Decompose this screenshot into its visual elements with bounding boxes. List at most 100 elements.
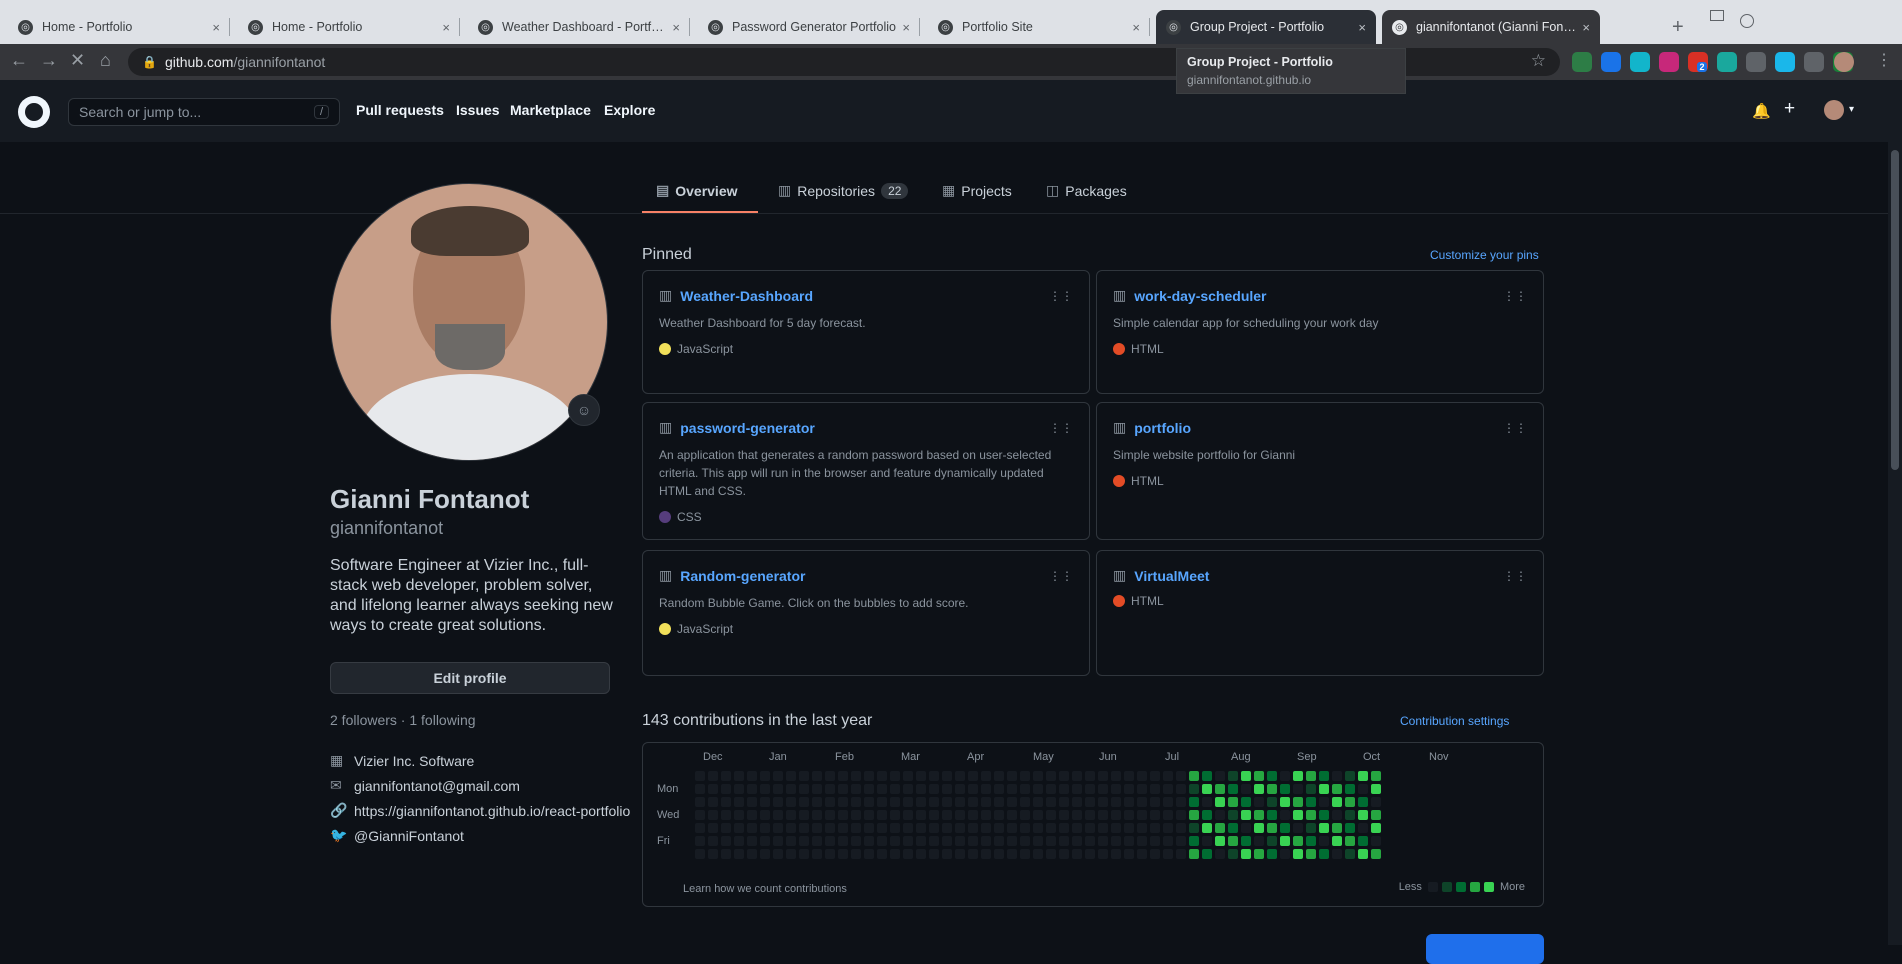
drag-handle-icon[interactable]: ⋮⋮ [1049,569,1073,583]
contribution-day[interactable] [1228,849,1238,859]
contribution-day[interactable] [799,849,809,859]
contribution-day[interactable] [825,797,835,807]
contribution-day[interactable] [721,823,731,833]
contribution-day[interactable] [1124,784,1134,794]
browser-tab[interactable]: ◎ Weather Dashboard - Portfolio × [468,10,690,44]
contribution-day[interactable] [955,836,965,846]
contribution-day[interactable] [812,823,822,833]
contribution-day[interactable] [708,797,718,807]
vcard-item[interactable]: 🐦 @GianniFontanot [330,827,464,844]
contribution-day[interactable] [1241,836,1251,846]
contribution-day[interactable] [1059,797,1069,807]
contribution-day[interactable] [812,797,822,807]
contribution-day[interactable] [903,849,913,859]
contribution-day[interactable] [994,810,1004,820]
contribution-day[interactable] [825,784,835,794]
contribution-day[interactable] [1202,797,1212,807]
contribution-day[interactable] [1033,797,1043,807]
contribution-day[interactable] [1072,784,1082,794]
contribution-day[interactable] [760,797,770,807]
contribution-day[interactable] [929,836,939,846]
contribution-day[interactable] [708,784,718,794]
lightning-icon[interactable] [1659,52,1679,72]
contribution-day[interactable] [890,836,900,846]
badge-icon[interactable]: 2 [1688,52,1708,72]
contribution-day[interactable] [747,810,757,820]
contribution-day[interactable] [1332,849,1342,859]
contribution-day[interactable] [1111,823,1121,833]
contribution-day[interactable] [1267,771,1277,781]
contribution-day[interactable] [812,771,822,781]
contribution-day[interactable] [1241,810,1251,820]
contribution-day[interactable] [1319,771,1329,781]
contribution-day[interactable] [825,849,835,859]
contribution-day[interactable] [877,810,887,820]
contribution-day[interactable] [1306,823,1316,833]
contribution-day[interactable] [1150,771,1160,781]
contribution-day[interactable] [1098,784,1108,794]
contribution-day[interactable] [1241,823,1251,833]
contribution-day[interactable] [773,836,783,846]
contribution-day[interactable] [929,810,939,820]
contribution-day[interactable] [1358,836,1368,846]
contribution-day[interactable] [1111,771,1121,781]
contribution-day[interactable] [1358,784,1368,794]
contribution-day[interactable] [734,823,744,833]
contribution-day[interactable] [1085,823,1095,833]
contribution-day[interactable] [773,797,783,807]
contribution-day[interactable] [955,810,965,820]
contribution-day[interactable] [1007,771,1017,781]
contribution-day[interactable] [1371,810,1381,820]
contribution-day[interactable] [1072,823,1082,833]
pinned-repo-link[interactable]: ▥ portfolio [1113,419,1191,436]
github-logo-icon[interactable] [18,96,50,128]
contribution-day[interactable] [695,836,705,846]
contribution-day[interactable] [1306,784,1316,794]
contribution-day[interactable] [1020,771,1030,781]
contribution-day[interactable] [1033,810,1043,820]
pinned-repo-link[interactable]: ▥ work-day-scheduler [1113,287,1267,304]
contribution-day[interactable] [1150,797,1160,807]
contribution-day[interactable] [890,797,900,807]
tab-overview[interactable]: ▤ Overview [656,182,738,199]
contribution-day[interactable] [1371,784,1381,794]
contribution-day[interactable] [1020,836,1030,846]
contribution-day[interactable] [799,784,809,794]
contribution-day[interactable] [1046,784,1056,794]
contribution-day[interactable] [1215,784,1225,794]
contribution-day[interactable] [825,810,835,820]
contribution-day[interactable] [877,823,887,833]
contribution-day[interactable] [1345,836,1355,846]
contribution-day[interactable] [1046,836,1056,846]
contribution-day[interactable] [1332,771,1342,781]
contribution-day[interactable] [1150,849,1160,859]
contribution-day[interactable] [968,797,978,807]
contribution-day[interactable] [1124,823,1134,833]
contribution-day[interactable] [1358,849,1368,859]
contribution-day[interactable] [877,797,887,807]
contribution-day[interactable] [1085,771,1095,781]
contribution-day[interactable] [1046,771,1056,781]
contribution-day[interactable] [916,797,926,807]
contribution-day[interactable] [851,771,861,781]
chevron-down-icon[interactable]: ▾ [1849,104,1854,115]
contribution-day[interactable] [929,823,939,833]
contribution-day[interactable] [799,797,809,807]
contribution-day[interactable] [1202,784,1212,794]
contribution-day[interactable] [1293,797,1303,807]
contribution-day[interactable] [1098,810,1108,820]
contribution-day[interactable] [1267,823,1277,833]
contribution-day[interactable] [1059,849,1069,859]
contribution-day[interactable] [1163,836,1173,846]
drag-handle-icon[interactable]: ⋮⋮ [1503,289,1527,303]
contribution-day[interactable] [1098,797,1108,807]
contribution-day[interactable] [1189,823,1199,833]
browser-menu-icon[interactable]: ⋮ [1876,50,1892,70]
contribution-day[interactable] [695,797,705,807]
user-avatar[interactable] [1824,100,1844,120]
contribution-day[interactable] [1319,797,1329,807]
contribution-day[interactable] [1280,849,1290,859]
close-tab-icon[interactable]: × [1358,20,1366,35]
contribution-day[interactable] [721,836,731,846]
back-icon[interactable]: ← [10,50,28,71]
